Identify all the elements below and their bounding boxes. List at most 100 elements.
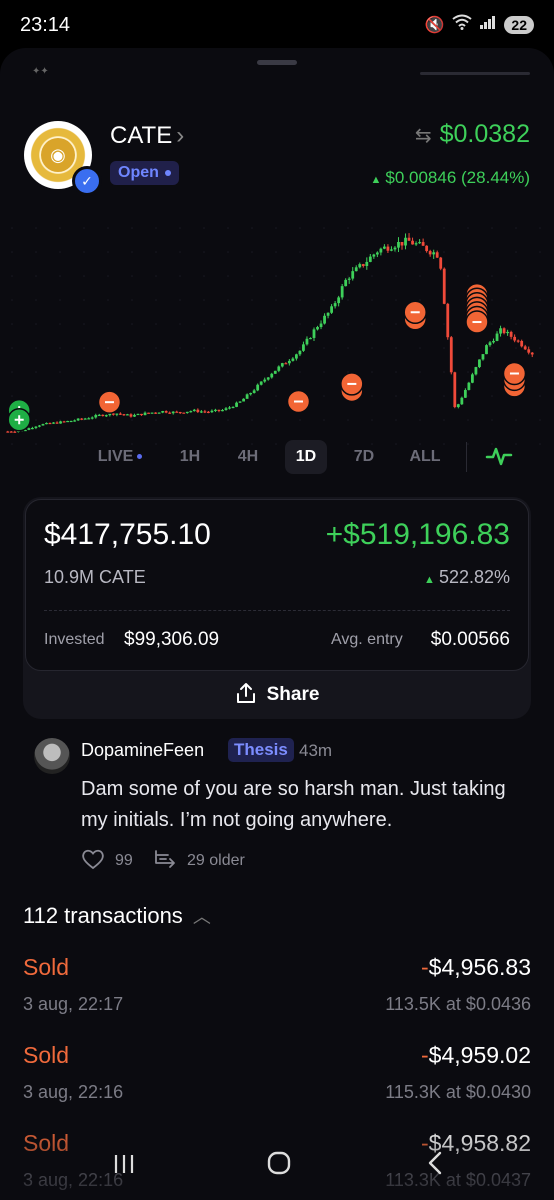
table-row[interactable]: Sold -$4,959.02 3 aug, 22:16 115.3K at $… bbox=[23, 1042, 531, 1122]
grid-dot bbox=[539, 227, 541, 229]
comment-text[interactable]: Dam some of you are so harsh man. Just t… bbox=[81, 774, 531, 836]
candle-body bbox=[411, 240, 414, 245]
candle-body bbox=[52, 422, 55, 424]
token-name-link[interactable]: CATE › bbox=[110, 122, 184, 150]
candle-body bbox=[87, 418, 91, 420]
grid-dot bbox=[371, 419, 373, 421]
home-button[interactable] bbox=[266, 1150, 292, 1181]
table-row[interactable]: Sold -$4,956.83 3 aug, 22:17 113.5K at $… bbox=[23, 954, 531, 1034]
grid-dot bbox=[83, 299, 85, 301]
tx-detail: 115.3K at $0.0430 bbox=[385, 1082, 531, 1102]
candle-body bbox=[245, 394, 249, 399]
tab-live[interactable]: LIVE bbox=[92, 440, 148, 474]
candle-body bbox=[55, 422, 59, 424]
comment-username[interactable]: DopamineFeen bbox=[81, 740, 204, 761]
sheet-grabber[interactable] bbox=[257, 60, 297, 65]
position-amount: 10.9M CATE bbox=[44, 567, 146, 587]
candle-body bbox=[284, 363, 288, 365]
position-pnl: +$519,196.83 bbox=[325, 518, 510, 551]
grid-dot bbox=[155, 347, 157, 349]
tab-7d[interactable]: 7D bbox=[342, 440, 386, 474]
grid-dot bbox=[395, 395, 397, 397]
tab-all[interactable]: ALL bbox=[400, 440, 450, 474]
candle-body bbox=[460, 397, 464, 405]
grid-dot bbox=[323, 251, 325, 253]
older-count: 29 older bbox=[187, 852, 245, 869]
grid-dot bbox=[395, 299, 397, 301]
candle-body bbox=[354, 267, 358, 272]
back-button[interactable] bbox=[424, 1150, 446, 1181]
candle-body bbox=[69, 420, 73, 423]
grid-dot bbox=[371, 227, 373, 229]
candle-body bbox=[9, 431, 13, 433]
position-card: $417,755.10 +$519,196.83 10.9M CATE ▲ 522… bbox=[23, 497, 531, 719]
grid-dot bbox=[347, 227, 349, 229]
grid-dot bbox=[539, 275, 541, 277]
candle-body bbox=[347, 278, 351, 280]
candle-body bbox=[305, 338, 309, 345]
token-price[interactable]: ⇆ $0.0382 bbox=[415, 120, 530, 149]
grid-dot bbox=[35, 323, 37, 325]
candle-body bbox=[266, 377, 270, 380]
position-pnl-percent: ▲ 522.82% bbox=[424, 567, 510, 587]
candle-body bbox=[164, 411, 168, 413]
avatar[interactable] bbox=[34, 738, 70, 774]
price-chart[interactable] bbox=[0, 208, 554, 468]
grid-dot bbox=[491, 419, 493, 421]
tab-4h[interactable]: 4H bbox=[226, 440, 270, 474]
candle-body bbox=[418, 242, 421, 244]
grid-dot bbox=[419, 395, 421, 397]
grid-dot bbox=[299, 251, 301, 253]
grid-dot bbox=[11, 323, 13, 325]
grid-dot bbox=[347, 251, 349, 253]
candle-body bbox=[199, 411, 203, 413]
grid-dot bbox=[371, 299, 373, 301]
candle-body bbox=[425, 245, 429, 252]
candle-body bbox=[414, 243, 418, 245]
grid-dot bbox=[515, 251, 517, 253]
candle-body bbox=[280, 363, 284, 367]
candle-body bbox=[485, 345, 488, 355]
candle-body bbox=[13, 431, 17, 433]
tx-date: 3 aug, 22:17 bbox=[23, 994, 124, 1014]
older-comments-button[interactable]: 29 older bbox=[153, 848, 245, 870]
grid-dot bbox=[419, 227, 421, 229]
like-button[interactable]: 99 bbox=[81, 848, 133, 870]
candle-body bbox=[59, 421, 62, 424]
grid-dot bbox=[275, 251, 277, 253]
candle-body bbox=[171, 411, 175, 414]
grid-dot bbox=[203, 275, 205, 277]
grid-dot bbox=[491, 395, 493, 397]
grid-dot bbox=[131, 395, 133, 397]
candle-body bbox=[397, 241, 400, 248]
grid-dot bbox=[131, 227, 133, 229]
transactions-header[interactable]: 112 transactions ︿ bbox=[23, 903, 211, 929]
tab-1d[interactable]: 1D bbox=[285, 440, 327, 474]
grid-dot bbox=[35, 419, 37, 421]
grid-dot bbox=[83, 323, 85, 325]
candle-body bbox=[344, 279, 348, 287]
candle-body bbox=[467, 382, 471, 390]
grid-dot bbox=[419, 251, 421, 253]
candle-body bbox=[83, 418, 87, 420]
grid-dot bbox=[467, 371, 469, 373]
recent-apps-button[interactable] bbox=[112, 1152, 136, 1181]
tab-1h[interactable]: 1H bbox=[168, 440, 212, 474]
candle-body bbox=[80, 418, 84, 420]
grid-dot bbox=[131, 251, 133, 253]
candle-body bbox=[287, 360, 291, 364]
battery-icon: 22 bbox=[504, 15, 534, 34]
candle-body bbox=[351, 271, 355, 279]
chart-type-pulse-icon[interactable] bbox=[485, 442, 513, 475]
candle-body bbox=[136, 413, 140, 416]
grid-dot bbox=[371, 275, 373, 277]
candle-body bbox=[214, 409, 217, 411]
swap-icon[interactable]: ⇆ bbox=[415, 125, 432, 147]
comment-time: 43m bbox=[299, 741, 333, 760]
tx-detail: 113.5K at $0.0436 bbox=[385, 994, 531, 1014]
grid-dot bbox=[395, 275, 397, 277]
share-button[interactable]: Share bbox=[23, 671, 531, 719]
grid-dot bbox=[467, 251, 469, 253]
grid-dot bbox=[299, 347, 301, 349]
grid-dot bbox=[347, 323, 349, 325]
